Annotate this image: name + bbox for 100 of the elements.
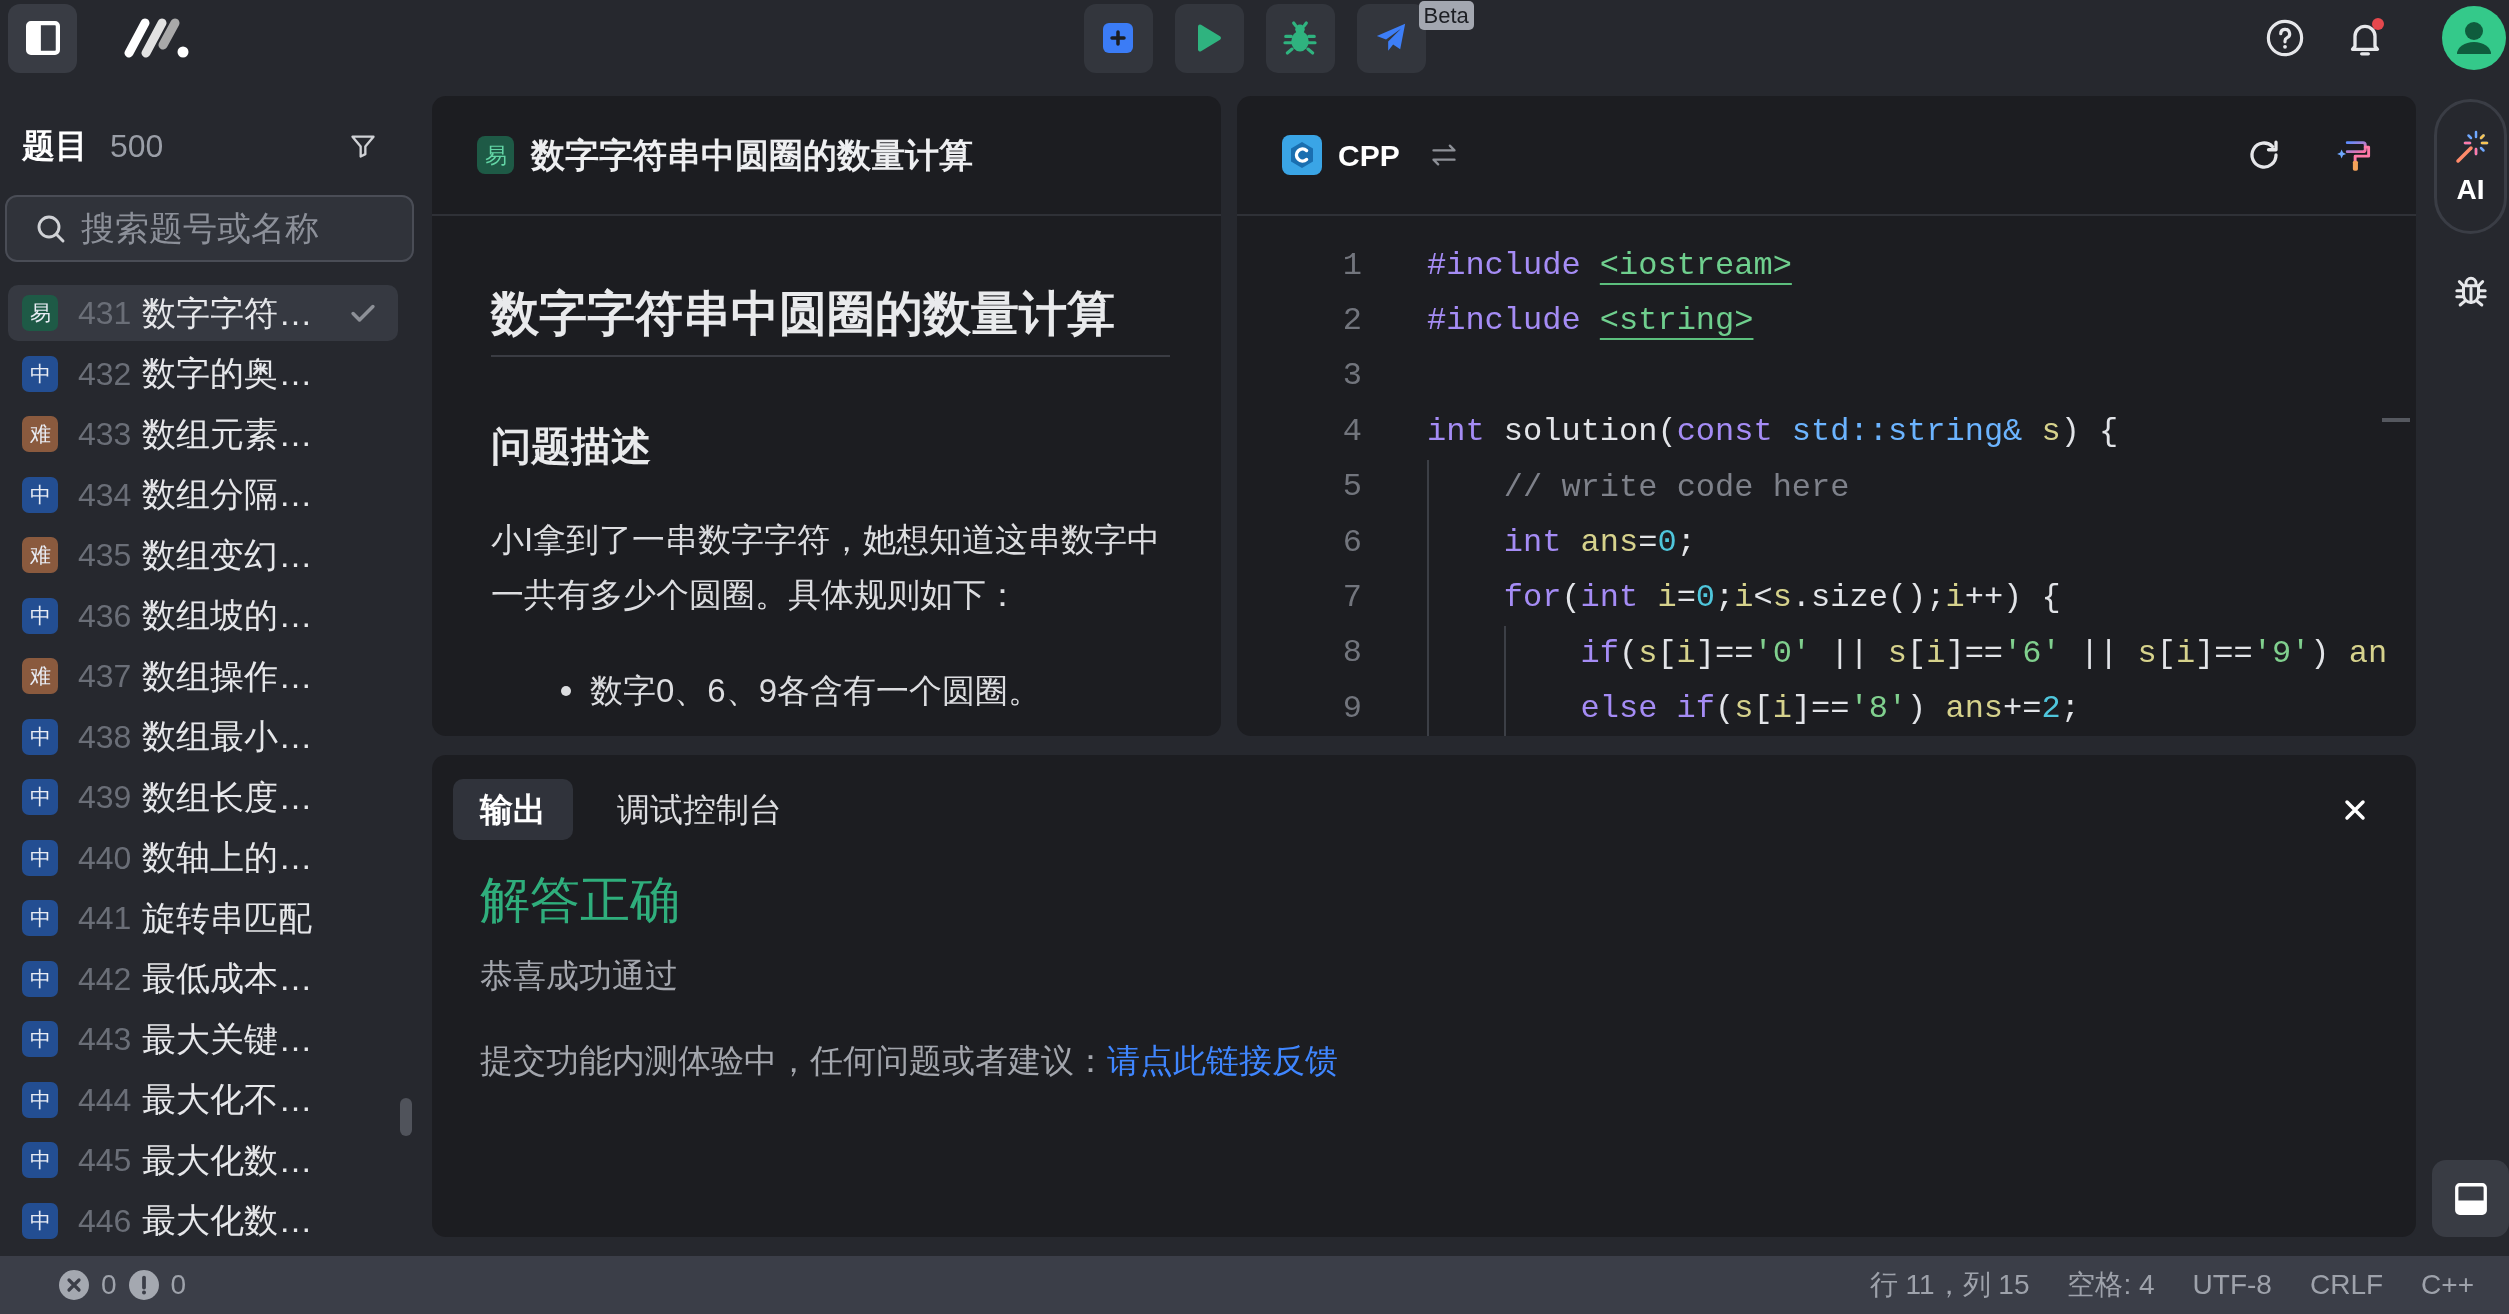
problem-number: 435 xyxy=(78,536,132,575)
problem-title: 数组长度… xyxy=(142,776,313,818)
panel-toggle-button[interactable] xyxy=(2432,1160,2509,1237)
ai-button[interactable]: AI xyxy=(2434,99,2507,234)
warning-icon[interactable] xyxy=(128,1270,159,1300)
line-number: 7 xyxy=(1342,578,1362,619)
code-line: #include <iostream> xyxy=(1427,246,1792,286)
submit-button[interactable] xyxy=(1356,3,1426,73)
result-message: 恭喜成功通过 xyxy=(480,956,678,996)
overview-ruler-mark xyxy=(2382,418,2410,422)
cpp-icon xyxy=(1282,135,1322,175)
bullet-icon xyxy=(561,685,571,696)
problem-list-item[interactable]: 中 440 数轴上的… xyxy=(8,829,398,886)
code-line: int ans=0; xyxy=(1503,522,1696,563)
section-heading: 问题描述 xyxy=(491,423,651,470)
problem-title: 数字字符… xyxy=(142,292,313,334)
status-bar-item[interactable]: UTF-8 xyxy=(2192,1264,2272,1306)
problem-title: 最大关键… xyxy=(142,1018,313,1060)
search-field[interactable]: 搜索题号或名称 xyxy=(5,195,414,262)
feedback-link[interactable]: 请点此链接反馈 xyxy=(1107,1038,1338,1084)
status-bar-item[interactable]: CRLF xyxy=(2309,1264,2384,1306)
result-status: 解答正确 xyxy=(480,871,680,930)
line-number: 4 xyxy=(1342,411,1362,452)
difficulty-badge: 中 xyxy=(22,779,58,815)
problem-list-item[interactable]: 中 446 最大化数… xyxy=(8,1192,398,1249)
problem-list-item[interactable]: 中 432 数字的奥… xyxy=(8,345,398,402)
problem-list-item[interactable]: 难 437 数组操作… xyxy=(8,648,398,704)
status-bar-item[interactable]: 空格: 4 xyxy=(2067,1264,2155,1306)
line-number: 2 xyxy=(1342,301,1362,342)
problem-title: 旋转串匹配 xyxy=(142,897,313,939)
scrollbar-thumb[interactable] xyxy=(400,1098,412,1136)
problem-title: 数组分隔… xyxy=(142,474,313,515)
problem-number: 434 xyxy=(78,475,132,515)
problem-list-item[interactable]: 中 434 数组分隔… xyxy=(8,466,398,523)
problem-number: 445 xyxy=(78,1141,132,1180)
bug-icon xyxy=(1281,19,1319,57)
code-line: for(int i=0;i<s.size();i++) { xyxy=(1503,578,2061,619)
code-line: int solution(const std::string& s) { xyxy=(1427,412,2119,453)
difficulty-badge: 中 xyxy=(22,1142,58,1178)
sidebar-toggle-button[interactable] xyxy=(8,3,77,73)
problem-list-item[interactable]: 中 436 数组坡的… xyxy=(8,587,398,644)
problem-title: 数组操作… xyxy=(142,655,313,697)
sidebar-title: 题目 xyxy=(22,125,88,166)
sidebar-toggle-icon xyxy=(25,21,60,55)
problem-list-item[interactable]: 中 444 最大化不… xyxy=(8,1071,398,1128)
difficulty-badge: 易 xyxy=(22,295,58,331)
status-bar-item[interactable]: C++ xyxy=(2421,1264,2474,1306)
add-button[interactable] xyxy=(1083,3,1153,73)
difficulty-badge: 中 xyxy=(22,839,58,876)
difficulty-badge: 中 xyxy=(22,1021,58,1057)
problem-title: 数字字符串中圆圈的数量计算 xyxy=(491,283,1170,357)
run-button[interactable] xyxy=(1174,3,1244,73)
avatar-icon[interactable] xyxy=(2442,6,2506,70)
problem-number: 443 xyxy=(78,1020,132,1059)
problem-title: 最低成本… xyxy=(142,958,313,999)
problem-description: 小I拿到了一串数字字符，她想知道这串数字中一共有多少个圆圈。具体规则如下： xyxy=(491,520,1162,615)
difficulty-badge: 难 xyxy=(22,416,58,452)
bottom-panel-icon xyxy=(2452,1180,2489,1217)
error-icon[interactable] xyxy=(59,1270,89,1300)
output-tab[interactable]: 输出 xyxy=(453,779,573,840)
problem-list-item[interactable]: 中 438 数组最小… xyxy=(8,708,398,765)
output-tab[interactable]: 调试控制台 xyxy=(590,779,809,840)
line-number: 3 xyxy=(1342,356,1362,397)
problem-title: 数组坡的… xyxy=(142,595,313,636)
problem-number: 441 xyxy=(78,899,132,938)
difficulty-badge: 难 xyxy=(22,537,58,573)
problem-list-item[interactable]: 中 445 最大化数… xyxy=(8,1132,398,1188)
error-count: 0 xyxy=(101,1268,117,1302)
problem-list-item[interactable]: 难 435 数组变幻… xyxy=(8,527,398,583)
problem-title: 数组变幻… xyxy=(142,534,313,576)
problem-title: 最大化数… xyxy=(142,1139,313,1181)
language-selector[interactable]: CPP xyxy=(1338,132,1400,178)
difficulty-badge: 中 xyxy=(22,355,58,392)
problem-number: 444 xyxy=(78,1080,132,1120)
problem-list-item[interactable]: 中 441 旋转串匹配 xyxy=(8,890,398,946)
problem-list-item[interactable]: 中 443 最大关键… xyxy=(8,1011,398,1067)
difficulty-badge: 中 xyxy=(22,1202,58,1239)
problem-count: 500 xyxy=(110,126,164,166)
status-bar-item[interactable]: 行 11，列 15 xyxy=(1869,1264,2030,1306)
problem-title: 数字的奥… xyxy=(142,353,313,394)
close-icon[interactable] xyxy=(2343,797,2367,822)
problem-number: 442 xyxy=(78,959,132,999)
debug-button[interactable] xyxy=(1265,3,1335,73)
problem-list-item[interactable]: 难 433 数组元素… xyxy=(8,406,398,462)
code-line: // write code here xyxy=(1503,467,1850,508)
line-number: 1 xyxy=(1342,245,1362,286)
problem-number: 440 xyxy=(78,838,132,878)
code-line: else if(s[i]=='8') ans+=2; xyxy=(1580,689,2080,730)
problem-heading: 数字字符串中圆圈的数量计算 xyxy=(531,134,973,176)
difficulty-badge: 易 xyxy=(477,136,514,174)
difficulty-badge: 难 xyxy=(22,658,58,694)
problem-title: 最大化不… xyxy=(142,1079,313,1120)
problem-number: 446 xyxy=(78,1201,132,1241)
help-icon[interactable] xyxy=(2266,19,2304,57)
problem-list-item[interactable]: 中 439 数组长度… xyxy=(8,769,398,825)
problem-title: 最大化数… xyxy=(142,1200,313,1241)
problem-number: 433 xyxy=(78,415,132,454)
problem-list-item[interactable]: 中 442 最低成本… xyxy=(8,950,398,1007)
code-line: #include <string> xyxy=(1427,301,1754,342)
line-number: 5 xyxy=(1342,467,1362,508)
